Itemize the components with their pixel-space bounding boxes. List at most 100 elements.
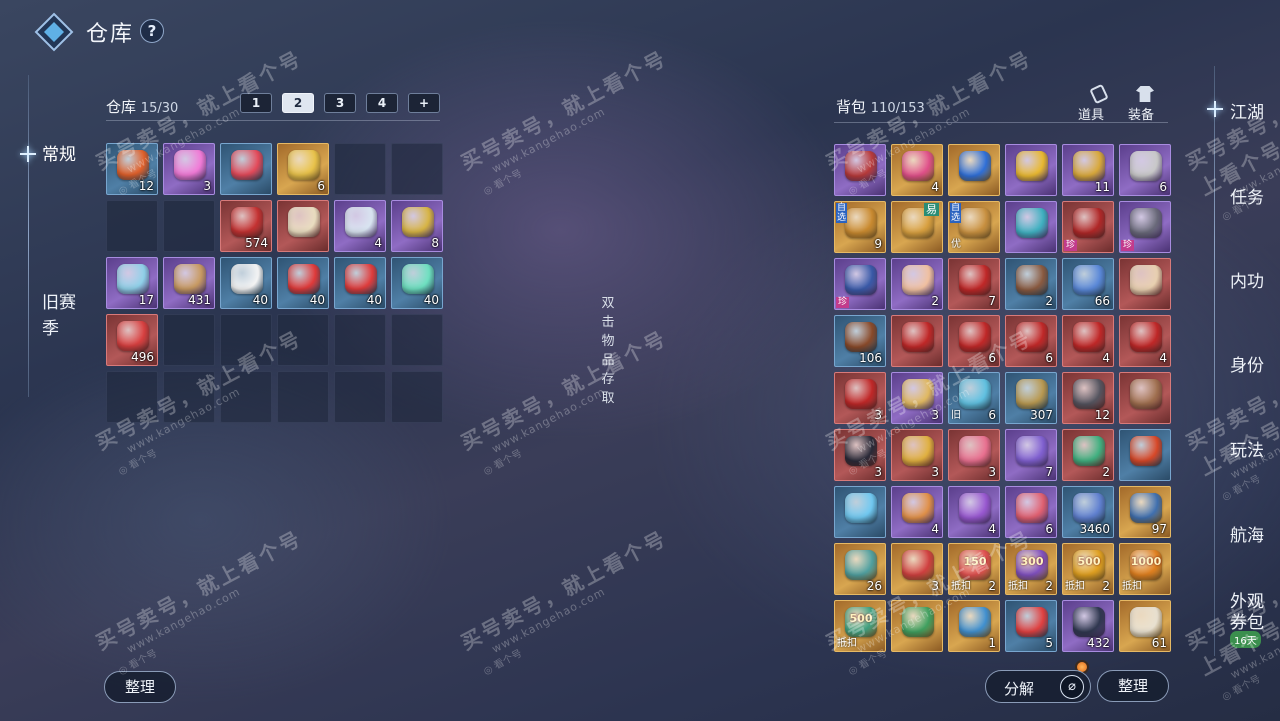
warehouse-tab-4[interactable]: 4 <box>366 93 398 113</box>
bag-item-slot[interactable]: 500 抵扣 2 <box>1062 543 1114 595</box>
bag-item-slot[interactable]: 3 <box>891 543 943 595</box>
warehouse-empty-slot[interactable] <box>391 314 443 366</box>
warehouse-tab-3[interactable]: 3 <box>324 93 356 113</box>
warehouse-sort-button[interactable]: 整理 <box>104 671 176 703</box>
warehouse-item-slot[interactable]: 4 <box>334 200 386 252</box>
warehouse-empty-slot[interactable] <box>220 314 272 366</box>
bag-item-slot[interactable]: 6 <box>1005 315 1057 367</box>
bag-item-slot[interactable] <box>891 315 943 367</box>
bag-item-slot[interactable]: 珍 <box>1119 201 1171 253</box>
bag-item-slot[interactable]: 7 <box>1005 429 1057 481</box>
warehouse-item-slot[interactable]: 17 <box>106 257 158 309</box>
warehouse-item-slot[interactable]: 40 <box>391 257 443 309</box>
bag-item-slot[interactable]: 300 抵扣 2 <box>1005 543 1057 595</box>
bag-item-slot[interactable]: 2 <box>1005 258 1057 310</box>
bag-item-slot[interactable]: 432 <box>1062 600 1114 652</box>
warehouse-item-slot[interactable] <box>220 143 272 195</box>
bag-item-slot[interactable] <box>1005 201 1057 253</box>
warehouse-empty-slot[interactable] <box>106 200 158 252</box>
warehouse-item-slot[interactable]: 3 <box>163 143 215 195</box>
bag-item-slot[interactable]: 珍 <box>834 258 886 310</box>
bag-item-slot[interactable]: 易 <box>891 201 943 253</box>
warehouse-tab-add[interactable]: + <box>408 93 440 113</box>
warehouse-empty-slot[interactable] <box>163 314 215 366</box>
nav-tasks[interactable]: 任务 <box>1230 183 1264 208</box>
warehouse-empty-slot[interactable] <box>277 371 329 423</box>
bag-item-slot[interactable] <box>1119 372 1171 424</box>
warehouse-empty-slot[interactable] <box>220 371 272 423</box>
bag-item-slot[interactable]: 97 <box>1119 486 1171 538</box>
decompose-button[interactable]: 分解 ⌀ <box>985 670 1091 703</box>
warehouse-empty-slot[interactable] <box>163 371 215 423</box>
bag-item-slot[interactable]: 26 <box>834 543 886 595</box>
bag-item-slot[interactable] <box>1005 144 1057 196</box>
warehouse-empty-slot[interactable] <box>391 371 443 423</box>
bag-item-slot[interactable]: 2 <box>891 258 943 310</box>
warehouse-empty-slot[interactable] <box>277 314 329 366</box>
bag-tab-items[interactable]: 道具 <box>1078 83 1109 123</box>
warehouse-empty-slot[interactable] <box>106 371 158 423</box>
warehouse-empty-slot[interactable] <box>334 314 386 366</box>
warehouse-item-slot[interactable] <box>277 200 329 252</box>
bag-item-slot[interactable]: 4 <box>1119 315 1171 367</box>
bag-item-slot[interactable]: 11 <box>1062 144 1114 196</box>
nav-old-season[interactable]: 旧赛 季 <box>42 290 76 342</box>
warehouse-item-slot[interactable]: 8 <box>391 200 443 252</box>
bag-item-slot[interactable]: 150 抵扣 2 <box>948 543 1000 595</box>
warehouse-empty-slot[interactable] <box>334 371 386 423</box>
nav-jianghu[interactable]: 江湖 <box>1230 98 1264 123</box>
bag-item-slot[interactable]: 自选优 <box>948 201 1000 253</box>
bag-item-slot[interactable]: 1 <box>948 600 1000 652</box>
bag-item-slot[interactable]: 3 <box>891 372 943 424</box>
bag-item-slot[interactable] <box>1119 429 1171 481</box>
bag-item-slot[interactable]: 3460 <box>1062 486 1114 538</box>
bag-item-slot[interactable]: 4 <box>1062 315 1114 367</box>
bag-item-slot[interactable] <box>948 144 1000 196</box>
bag-item-slot[interactable]: 7 <box>948 258 1000 310</box>
decompose-toggle-icon[interactable]: ⌀ <box>1060 675 1084 699</box>
bag-item-slot[interactable]: 旧6 <box>948 372 1000 424</box>
bag-item-slot[interactable] <box>834 486 886 538</box>
bag-item-slot[interactable]: 500 抵扣 <box>834 600 886 652</box>
bag-item-slot[interactable]: 66 <box>1062 258 1114 310</box>
bag-item-slot[interactable]: 3 <box>891 429 943 481</box>
warehouse-item-slot[interactable]: 40 <box>277 257 329 309</box>
bag-item-slot[interactable]: 5 <box>1005 600 1057 652</box>
nav-regular[interactable]: 常规 <box>42 142 76 168</box>
nav-coupons[interactable]: 券包 <box>1230 608 1264 633</box>
help-button[interactable]: ? <box>140 19 164 43</box>
bag-item-slot[interactable]: 3 <box>834 429 886 481</box>
bag-item-slot[interactable]: 12 <box>1062 372 1114 424</box>
bag-tab-equipment[interactable]: 装备 <box>1128 86 1154 123</box>
warehouse-item-slot[interactable]: 431 <box>163 257 215 309</box>
bag-item-slot[interactable]: 106 <box>834 315 886 367</box>
bag-item-slot[interactable]: 307 <box>1005 372 1057 424</box>
bag-item-slot[interactable]: 2 <box>1062 429 1114 481</box>
warehouse-item-slot[interactable]: 40 <box>334 257 386 309</box>
bag-item-slot[interactable]: 4 <box>891 486 943 538</box>
bag-item-slot[interactable]: 4 <box>948 486 1000 538</box>
warehouse-item-slot[interactable]: 6 <box>277 143 329 195</box>
warehouse-item-slot[interactable]: 496 <box>106 314 158 366</box>
bag-item-slot[interactable]: 6 <box>1119 144 1171 196</box>
bag-item-slot[interactable]: 61 <box>1119 600 1171 652</box>
warehouse-empty-slot[interactable] <box>391 143 443 195</box>
warehouse-item-slot[interactable]: 12 <box>106 143 158 195</box>
nav-gameplay[interactable]: 玩法 <box>1230 436 1264 461</box>
bag-item-slot[interactable]: 3 <box>834 372 886 424</box>
warehouse-empty-slot[interactable] <box>334 143 386 195</box>
bag-item-slot[interactable]: 3 <box>948 429 1000 481</box>
warehouse-empty-slot[interactable] <box>163 200 215 252</box>
bag-item-slot[interactable]: 1000 抵扣 <box>1119 543 1171 595</box>
bag-item-slot[interactable]: 4 <box>891 144 943 196</box>
nav-internal[interactable]: 内功 <box>1230 267 1264 292</box>
nav-identity[interactable]: 身份 <box>1230 351 1264 376</box>
bag-item-slot[interactable] <box>1119 258 1171 310</box>
nav-voyage[interactable]: 航海 <box>1230 521 1264 546</box>
bag-item-slot[interactable]: 珍 <box>1062 201 1114 253</box>
bag-item-slot[interactable]: 6 <box>948 315 1000 367</box>
bag-item-slot[interactable] <box>834 144 886 196</box>
bag-item-slot[interactable]: 自选 9 <box>834 201 886 253</box>
bag-item-slot[interactable]: 6 <box>1005 486 1057 538</box>
warehouse-item-slot[interactable]: 40 <box>220 257 272 309</box>
